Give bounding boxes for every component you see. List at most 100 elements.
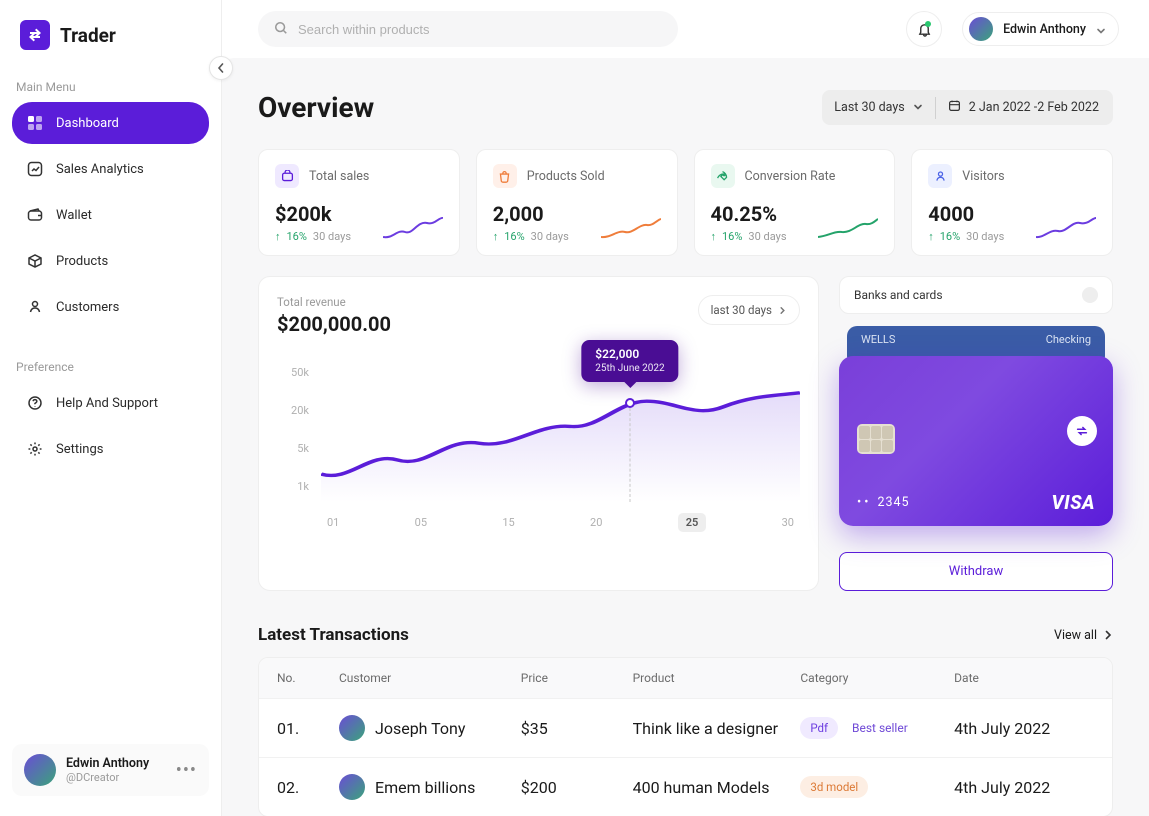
sidebar-item-label: Wallet — [56, 208, 92, 223]
view-all-link[interactable]: View all — [1054, 628, 1113, 643]
sidebar-nav-preference: Help And Support Settings — [0, 382, 221, 474]
sidebar-item-label: Products — [56, 254, 108, 269]
date-range: Last 30 days 2 Jan 2022 -2 Feb 2022 — [822, 90, 1113, 125]
card-stack: WELLS Checking •• 2345 — [839, 326, 1113, 526]
analytics-icon — [26, 160, 44, 178]
revenue-range-button[interactable]: last 30 days — [698, 295, 800, 325]
masked-dots-icon: •• — [857, 495, 871, 510]
col-price: Price — [521, 671, 633, 685]
stat-value: 4000 — [928, 202, 1004, 226]
tooltip-date: 25th June 2022 — [595, 363, 664, 374]
sidebar-item-dashboard[interactable]: Dashboard — [12, 102, 209, 144]
transactions-title: Latest Transactions — [258, 625, 409, 645]
revenue-title: Total revenue — [277, 295, 391, 309]
sidebar-item-customers[interactable]: Customers — [12, 286, 209, 328]
category-pill: 3d model — [800, 776, 868, 798]
category-note: Best seller — [852, 721, 908, 735]
category-pill: Pdf — [800, 717, 838, 739]
transactions-table: No. Customer Price Product Category Date… — [258, 657, 1113, 816]
sidebar-section-preference: Preference — [0, 350, 221, 382]
table-row[interactable]: 01. Joseph Tony $35 Think like a designe… — [259, 698, 1112, 757]
main: Edwin Anthony Overview Last 30 days — [222, 0, 1149, 816]
wallet-icon — [26, 206, 44, 224]
chart-guide-line — [629, 408, 630, 502]
col-no: No. — [277, 671, 339, 685]
bank-name: WELLS — [861, 333, 895, 346]
revenue-chart-card: Total revenue $200,000.00 last 30 days — [258, 276, 819, 591]
range-date-label: 2 Jan 2022 -2 Feb 2022 — [969, 100, 1099, 115]
sidebar-item-sales-analytics[interactable]: Sales Analytics — [12, 148, 209, 190]
rocket-icon — [711, 164, 735, 188]
avatar — [339, 774, 365, 800]
bank-card-primary[interactable]: •• 2345 VISA — [839, 356, 1113, 526]
overview-header: Overview Last 30 days 2 Jan 2022 -2 Feb … — [258, 90, 1113, 125]
cell-no: 01. — [277, 719, 339, 738]
user-name: Edwin Anthony — [1003, 22, 1086, 37]
stat-delta: ↑ 16% 30 days — [275, 230, 351, 243]
avatar — [24, 754, 56, 786]
more-icon[interactable]: ••• — [176, 760, 197, 781]
stat-value: $200k — [275, 202, 351, 226]
sidebar-item-label: Sales Analytics — [56, 162, 144, 177]
stat-label: Products Sold — [527, 169, 605, 184]
cell-no: 02. — [277, 778, 339, 797]
content: Overview Last 30 days 2 Jan 2022 -2 Feb … — [222, 58, 1149, 816]
col-product: Product — [633, 671, 801, 685]
settings-icon — [26, 440, 44, 458]
sidebar-item-help[interactable]: Help And Support — [12, 382, 209, 424]
chart-x-tick-active[interactable]: 25 — [678, 513, 707, 532]
notifications-button[interactable] — [906, 11, 942, 47]
page-title: Overview — [258, 91, 374, 124]
card-number: •• 2345 — [857, 495, 910, 510]
sidebar-section-main: Main Menu — [0, 70, 221, 102]
transactions-section: Latest Transactions View all No. Custome… — [258, 625, 1113, 816]
cell-category: 3d model — [800, 776, 954, 798]
arrow-up-icon: ↑ — [493, 230, 499, 243]
swap-card-button[interactable] — [1067, 416, 1097, 446]
table-header-row: No. Customer Price Product Category Date — [259, 658, 1112, 698]
sidebar-user-handle: @DCreator — [66, 771, 166, 784]
sidebar-collapse-button[interactable] — [209, 56, 233, 80]
stat-label: Conversion Rate — [745, 169, 836, 184]
sparkline-icon — [601, 215, 661, 243]
brand-logo: Trader — [0, 0, 221, 70]
brand-mark-icon — [20, 20, 50, 50]
range-preset-label: Last 30 days — [834, 100, 904, 115]
card-chip-icon — [857, 424, 895, 454]
header: Edwin Anthony — [222, 0, 1149, 58]
sidebar-item-settings[interactable]: Settings — [12, 428, 209, 470]
sidebar-item-products[interactable]: Products — [12, 240, 209, 282]
arrow-up-icon: ↑ — [275, 230, 281, 243]
table-row[interactable]: 02. Emem billions $200 400 human Models … — [259, 757, 1112, 816]
stat-value: 40.25% — [711, 202, 787, 226]
stat-card-row: Total sales $200k ↑ 16% 30 days — [258, 149, 1113, 256]
col-date: Date — [954, 671, 1094, 685]
search-input[interactable] — [298, 22, 662, 37]
date-range-preset[interactable]: Last 30 days — [822, 91, 934, 124]
sparkline-icon — [1036, 215, 1096, 243]
account-type: Checking — [1046, 333, 1091, 346]
search-container[interactable] — [258, 11, 678, 47]
user-menu[interactable]: Edwin Anthony — [962, 12, 1119, 46]
search-icon — [274, 20, 288, 39]
stat-card-conversion-rate: Conversion Rate 40.25% ↑16%30 days — [694, 149, 896, 256]
stat-card-total-sales: Total sales $200k ↑ 16% 30 days — [258, 149, 460, 256]
dashboard-icon — [26, 114, 44, 132]
options-icon[interactable] — [1082, 287, 1098, 303]
chevron-down-icon — [913, 101, 923, 116]
sidebar-item-label: Dashboard — [56, 116, 119, 131]
arrow-up-icon: ↑ — [711, 230, 717, 243]
sparkline-icon — [818, 215, 878, 243]
cell-price: $35 — [521, 719, 633, 738]
chart-plot-area[interactable]: $22,000 25th June 2022 — [321, 362, 800, 502]
cell-category: Pdf Best seller — [800, 717, 954, 739]
withdraw-button[interactable]: Withdraw — [839, 552, 1113, 591]
stat-label: Total sales — [309, 169, 369, 184]
sidebar-user-card[interactable]: Edwin Anthony @DCreator ••• — [12, 744, 209, 796]
date-range-exact[interactable]: 2 Jan 2022 -2 Feb 2022 — [936, 90, 1113, 125]
card-network-icon: VISA — [1052, 491, 1096, 514]
sidebar-item-wallet[interactable]: Wallet — [12, 194, 209, 236]
cell-product: Think like a designer — [633, 719, 801, 738]
stat-value: 2,000 — [493, 202, 569, 226]
arrow-up-icon: ↑ — [928, 230, 934, 243]
